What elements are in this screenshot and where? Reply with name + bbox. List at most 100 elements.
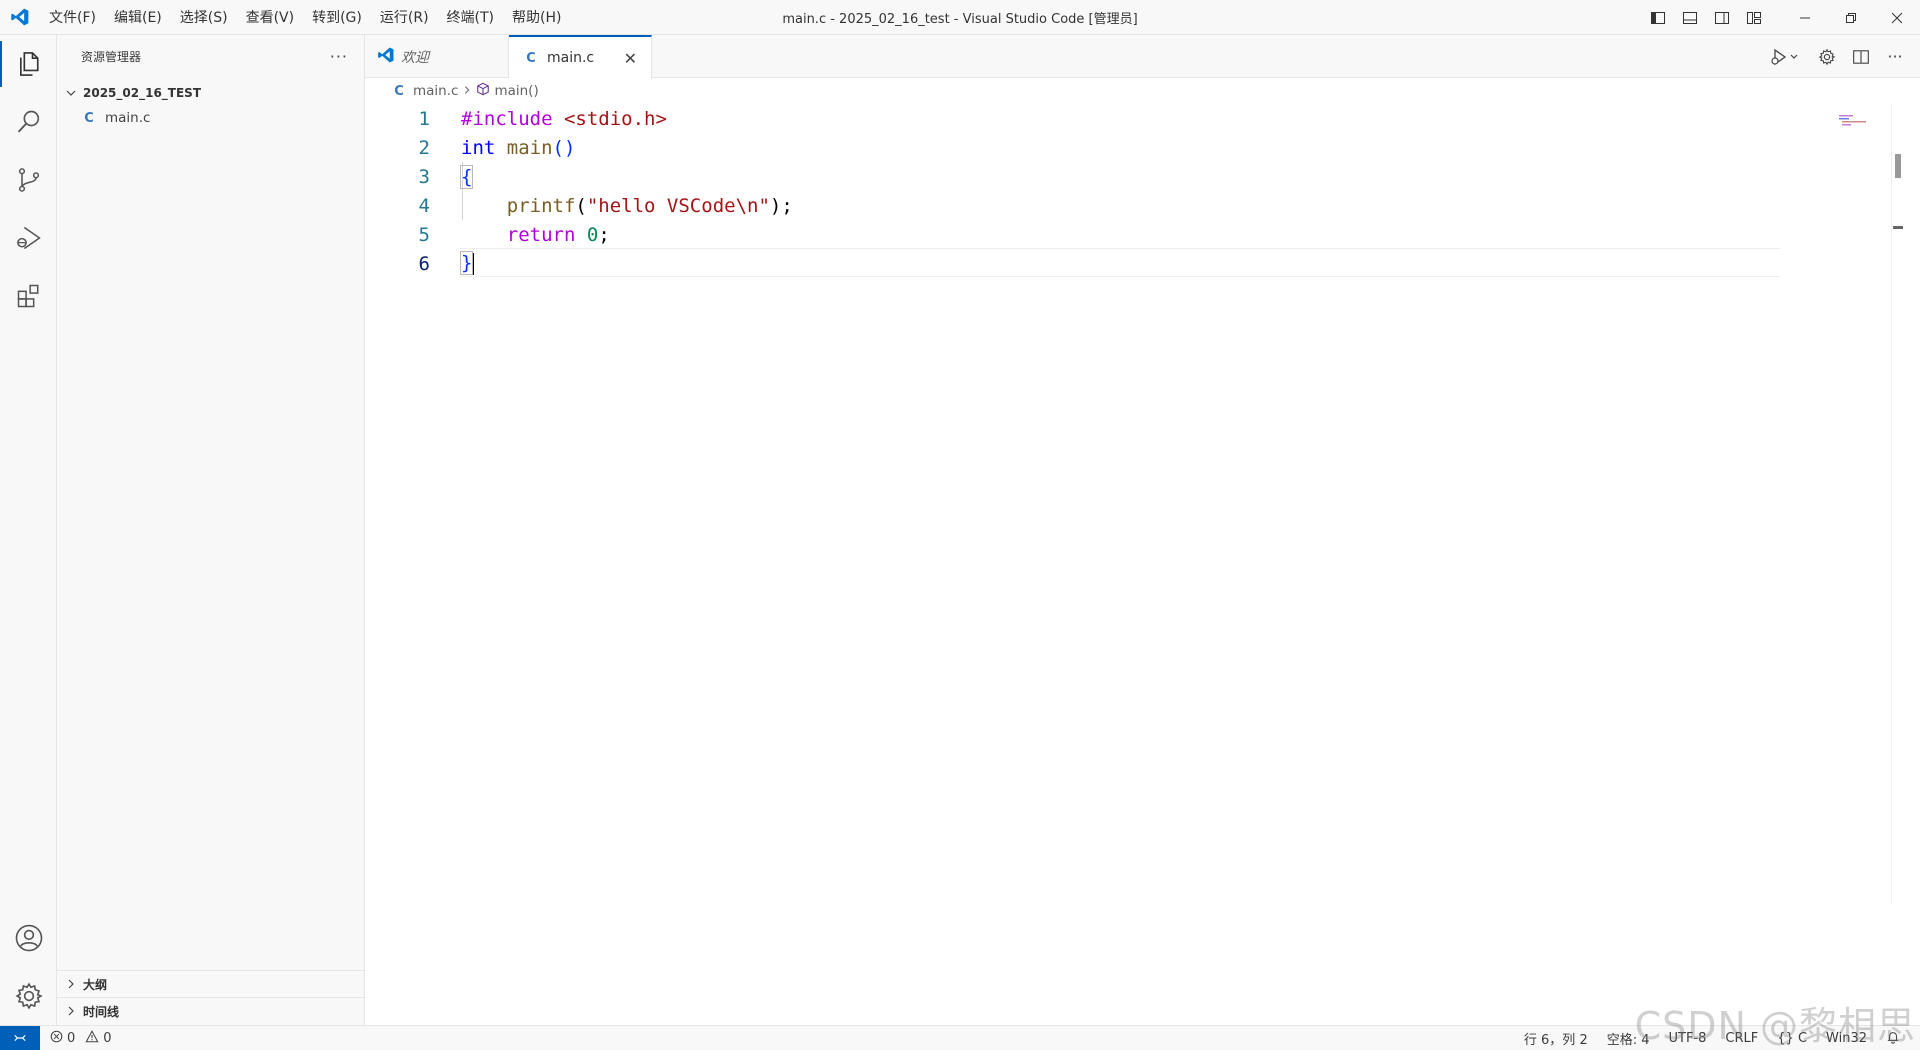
line-number: 1: [418, 107, 430, 130]
chevron-right-icon: [462, 83, 472, 99]
toggle-panel-icon[interactable]: [1674, 0, 1706, 35]
outline-label: 大纲: [83, 977, 108, 992]
breadcrumb-symbol[interactable]: main(): [494, 83, 538, 99]
line-number: 6: [418, 252, 430, 275]
return-keyword: return: [506, 223, 576, 246]
code-line: 6 }: [365, 249, 1785, 278]
watermark: CSDN @黎相思: [1634, 1004, 1916, 1048]
parens: (): [552, 136, 576, 159]
file-item-main-c[interactable]: C main.c: [57, 105, 364, 131]
toggle-secondary-sidebar-icon[interactable]: [1706, 0, 1738, 35]
source-control-icon[interactable]: [0, 151, 57, 209]
title-bar: 文件(F) 编辑(E) 选择(S) 查看(V) 转到(G) 运行(R) 终端(T…: [0, 0, 1920, 35]
line-number: 5: [418, 223, 430, 246]
code-line: 5 return 0;: [365, 220, 1785, 249]
vscode-logo-icon: [377, 46, 395, 68]
workspace-folder[interactable]: 2025_02_16_TEST: [57, 81, 364, 105]
vscode-logo-icon: [0, 0, 40, 35]
breadcrumb: C main.c main(): [365, 78, 1765, 104]
error-count: 0: [67, 1030, 76, 1046]
text-cursor: [472, 252, 475, 275]
breadcrumb-file[interactable]: main.c: [413, 83, 458, 99]
code-line: 2 int main(): [365, 133, 1785, 162]
symbol-method-icon: [476, 82, 490, 100]
remote-indicator-icon[interactable]: [0, 1025, 40, 1050]
toggle-primary-sidebar-icon[interactable]: [1642, 0, 1674, 35]
line-number: 4: [418, 194, 430, 217]
close-tab-icon[interactable]: ✕: [624, 49, 637, 68]
cursor-position[interactable]: 行 6，列 2: [1524, 1029, 1588, 1048]
tab-welcome-label: 欢迎: [401, 49, 429, 66]
open-paren: (: [575, 194, 587, 217]
manage-gear-icon[interactable]: [0, 967, 57, 1025]
tab-welcome[interactable]: 欢迎: [365, 35, 509, 78]
sidebar-header: 资源管理器 ···: [57, 35, 364, 77]
scrollbar-slider[interactable]: [1895, 154, 1901, 178]
more-actions-icon[interactable]: ···: [1884, 46, 1906, 68]
menu-bar: 文件(F) 编辑(E) 选择(S) 查看(V) 转到(G) 运行(R) 终端(T…: [40, 0, 570, 35]
outline-section[interactable]: 大纲: [57, 970, 365, 997]
include-header: <stdio.h>: [563, 107, 667, 130]
chevron-right-icon: [63, 976, 79, 992]
code-line: 4 printf("hello VSCode\n");: [365, 191, 1785, 220]
restore-icon[interactable]: [1828, 0, 1874, 35]
split-editor-icon[interactable]: [1850, 46, 1872, 68]
menu-run[interactable]: 运行(R): [371, 0, 438, 35]
settings-gear-icon[interactable]: [1816, 46, 1838, 68]
menu-edit[interactable]: 编辑(E): [105, 0, 171, 35]
menu-file[interactable]: 文件(F): [40, 0, 105, 35]
cursor-position-marker: [1893, 226, 1903, 252]
menu-help[interactable]: 帮助(H): [503, 0, 570, 35]
tab-main-c-label: main.c: [547, 50, 595, 66]
function-name: main: [506, 136, 553, 159]
title-actions: [1642, 0, 1920, 35]
editor-tab-bar: 欢迎 C main.c ✕ ···: [365, 35, 1920, 79]
menu-go[interactable]: 转到(G): [303, 0, 371, 35]
chevron-down-icon: [63, 85, 79, 101]
sidebar-title: 资源管理器: [81, 49, 142, 64]
c-file-icon: C: [526, 50, 536, 66]
file-item-label: main.c: [105, 110, 151, 126]
run-and-debug-icon[interactable]: [0, 209, 57, 267]
accounts-icon[interactable]: [0, 909, 57, 967]
chevron-right-icon: [63, 1003, 79, 1019]
line-number: 2: [418, 136, 430, 159]
warning-count: 0: [103, 1030, 112, 1046]
more-actions-icon[interactable]: ···: [330, 47, 348, 66]
code-line: 1 #include <stdio.h>: [365, 104, 1785, 133]
vertical-scrollbar[interactable]: [1891, 104, 1905, 904]
line-number: 3: [418, 165, 430, 188]
menu-selection[interactable]: 选择(S): [171, 0, 237, 35]
extensions-icon[interactable]: [0, 267, 57, 325]
menu-view[interactable]: 查看(V): [237, 0, 304, 35]
type-keyword: int: [461, 136, 496, 159]
number-literal: 0: [586, 223, 599, 246]
explorer-sidebar: 资源管理器 ··· 2025_02_16_TEST C main.c 大纲 时间…: [57, 35, 365, 1025]
editor-actions: ···: [1768, 35, 1906, 78]
tab-main-c[interactable]: C main.c ✕: [509, 35, 652, 79]
menu-terminal[interactable]: 终端(T): [438, 0, 503, 35]
timeline-label: 时间线: [83, 1004, 120, 1019]
status-bar: 0 0 行 6，列 2 空格: 4 UTF-8 CRLF {} C Win32: [0, 1025, 1920, 1050]
error-icon: [50, 1030, 63, 1047]
explorer-icon[interactable]: [0, 35, 57, 93]
open-brace: {: [459, 164, 474, 189]
string-literal: "hello VSCode\n": [586, 194, 770, 217]
customize-layout-icon[interactable]: [1738, 0, 1770, 35]
close-window-icon[interactable]: [1874, 0, 1920, 35]
function-call: printf: [506, 194, 576, 217]
timeline-section[interactable]: 时间线: [57, 997, 365, 1024]
minimize-icon[interactable]: [1782, 0, 1828, 35]
workspace-folder-label: 2025_02_16_TEST: [83, 86, 202, 100]
search-icon[interactable]: [0, 93, 57, 151]
activity-bar: [0, 35, 57, 1025]
code-editor[interactable]: 1 #include <stdio.h> 2 int main() 3 { 4 …: [365, 104, 1905, 1025]
run-debug-dropdown-icon[interactable]: [1768, 46, 1804, 68]
close-brace: }: [459, 251, 474, 276]
problems-indicator[interactable]: 0 0: [50, 1029, 112, 1047]
close-paren: );: [769, 194, 793, 217]
preprocessor-directive: #include: [461, 107, 553, 130]
code-line: 3 {: [365, 162, 1785, 191]
minimap[interactable]: [1809, 114, 1889, 134]
c-file-icon: C: [84, 110, 94, 126]
